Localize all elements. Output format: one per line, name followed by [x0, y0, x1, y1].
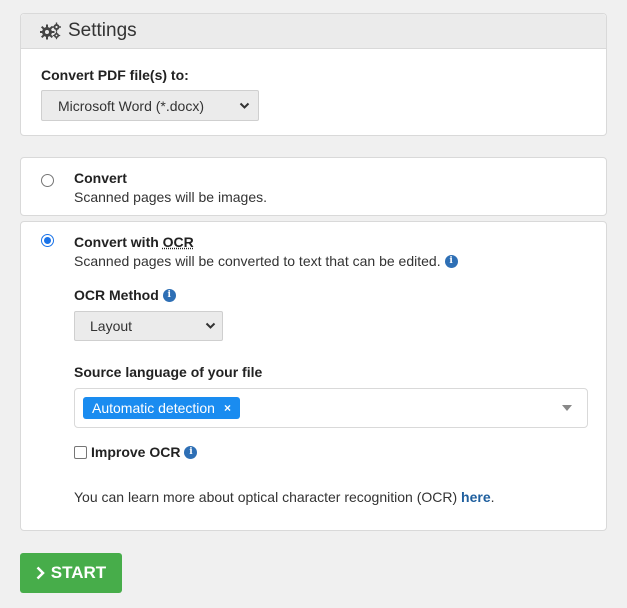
- ocr-option[interactable]: Convert with OCR Scanned pages will be c…: [20, 221, 607, 531]
- convert-description: Scanned pages will be images.: [74, 189, 268, 205]
- language-tag-label: Automatic detection: [92, 400, 215, 416]
- convert-to-label: Convert PDF file(s) to:: [41, 67, 189, 83]
- info-icon[interactable]: i: [162, 288, 176, 302]
- chevron-down-icon: [239, 102, 250, 110]
- source-language-label: Source language of your file: [74, 364, 263, 380]
- learn-more-text: You can learn more about optical charact…: [74, 489, 495, 505]
- output-format-select[interactable]: Microsoft Word (*.docx): [41, 90, 259, 121]
- gears-icon: [40, 22, 62, 40]
- chevron-right-icon: [36, 566, 45, 580]
- ocr-method-label: OCR Method i: [74, 287, 176, 303]
- ocr-method-value: Layout: [90, 318, 133, 334]
- learn-more-body: You can learn more about optical charact…: [74, 489, 462, 505]
- ocr-method-select[interactable]: Layout: [74, 311, 223, 341]
- settings-title: Settings: [68, 20, 137, 41]
- learn-more-link[interactable]: here: [461, 489, 491, 505]
- source-language-select[interactable]: Automatic detection ×: [74, 388, 588, 428]
- ocr-abbr: OCR: [162, 234, 194, 250]
- improve-ocr-checkbox[interactable]: [74, 446, 87, 459]
- output-format-value: Microsoft Word (*.docx): [58, 97, 204, 114]
- learn-more-suffix: .: [490, 489, 495, 505]
- ocr-description-text: Scanned pages will be converted to text …: [74, 253, 441, 269]
- language-tag: Automatic detection ×: [83, 397, 240, 419]
- convert-radio[interactable]: [41, 174, 54, 187]
- start-button[interactable]: START: [20, 553, 122, 593]
- convert-option[interactable]: Convert Scanned pages will be images.: [20, 157, 607, 216]
- settings-header: Settings: [21, 14, 606, 49]
- improve-ocr-label-text: Improve OCR: [91, 444, 181, 460]
- ocr-description: Scanned pages will be converted to text …: [74, 253, 458, 269]
- convert-title: Convert: [74, 170, 127, 186]
- ocr-method-label-text: OCR Method: [74, 287, 159, 303]
- chevron-down-icon: [205, 322, 216, 330]
- start-label: START: [50, 563, 107, 582]
- ocr-radio[interactable]: [41, 234, 54, 247]
- info-icon[interactable]: i: [444, 254, 458, 268]
- info-icon[interactable]: i: [184, 445, 198, 459]
- dropdown-arrow-icon[interactable]: [562, 405, 572, 411]
- remove-tag-icon[interactable]: ×: [224, 401, 231, 415]
- ocr-title: Convert with OCR: [74, 234, 194, 250]
- improve-ocr-label: Improve OCR i: [91, 444, 198, 460]
- ocr-title-prefix: Convert with: [74, 234, 163, 250]
- settings-panel: Settings Convert PDF file(s) to: Microso…: [20, 13, 607, 136]
